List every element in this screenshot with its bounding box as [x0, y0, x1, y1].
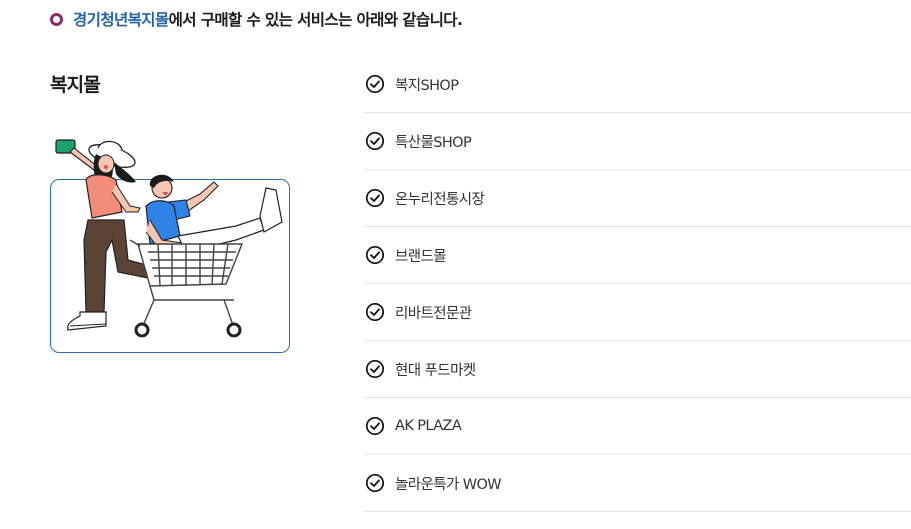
- list-item: 특산물SHOP: [364, 113, 911, 170]
- list-item: 브랜드몰: [364, 227, 911, 284]
- check-circle-icon: [365, 131, 385, 151]
- check-circle-icon: [365, 302, 385, 322]
- service-label: 리바트전문관: [395, 305, 472, 322]
- bullet-ring-icon: [50, 12, 63, 26]
- section-heading: 경기청년복지몰에서 구매할 수 있는 서비스는 아래와 같습니다.: [50, 8, 463, 30]
- service-label: 온누리전통시장: [395, 191, 485, 208]
- list-item: 복지SHOP: [364, 56, 911, 113]
- heading-text: 경기청년복지몰에서 구매할 수 있는 서비스는 아래와 같습니다.: [73, 8, 463, 30]
- service-label: AK PLAZA: [395, 418, 462, 434]
- check-circle-icon: [365, 416, 385, 436]
- heading-rest: 에서 구매할 수 있는 서비스는 아래와 같습니다.: [168, 11, 463, 29]
- shopping-cart-illustration-icon: [55, 139, 283, 338]
- section-title: 복지몰: [50, 74, 101, 96]
- check-circle-icon: [365, 188, 385, 208]
- check-circle-icon: [365, 74, 385, 94]
- list-item: AK PLAZA: [364, 398, 911, 455]
- list-item: 놀라운특가 WOW: [364, 455, 911, 512]
- service-label: 특산물SHOP: [395, 134, 472, 151]
- service-label: 놀라운특가 WOW: [395, 476, 502, 493]
- check-circle-icon: [365, 473, 385, 493]
- service-label: 현대 푸드마켓: [395, 362, 476, 379]
- list-item: 리바트전문관: [364, 284, 911, 341]
- service-label: 브랜드몰: [395, 248, 447, 265]
- heading-highlight[interactable]: 경기청년복지몰: [73, 11, 169, 29]
- service-label: 복지SHOP: [395, 77, 459, 94]
- check-circle-icon: [365, 359, 385, 379]
- list-item: 현대 푸드마켓: [364, 341, 911, 398]
- list-item: 온누리전통시장: [364, 170, 911, 227]
- check-circle-icon: [365, 245, 385, 265]
- service-list: 복지SHOP 특산물SHOP 온누리전통시장 브랜드몰 리바트전문관 현대 푸드…: [364, 56, 911, 512]
